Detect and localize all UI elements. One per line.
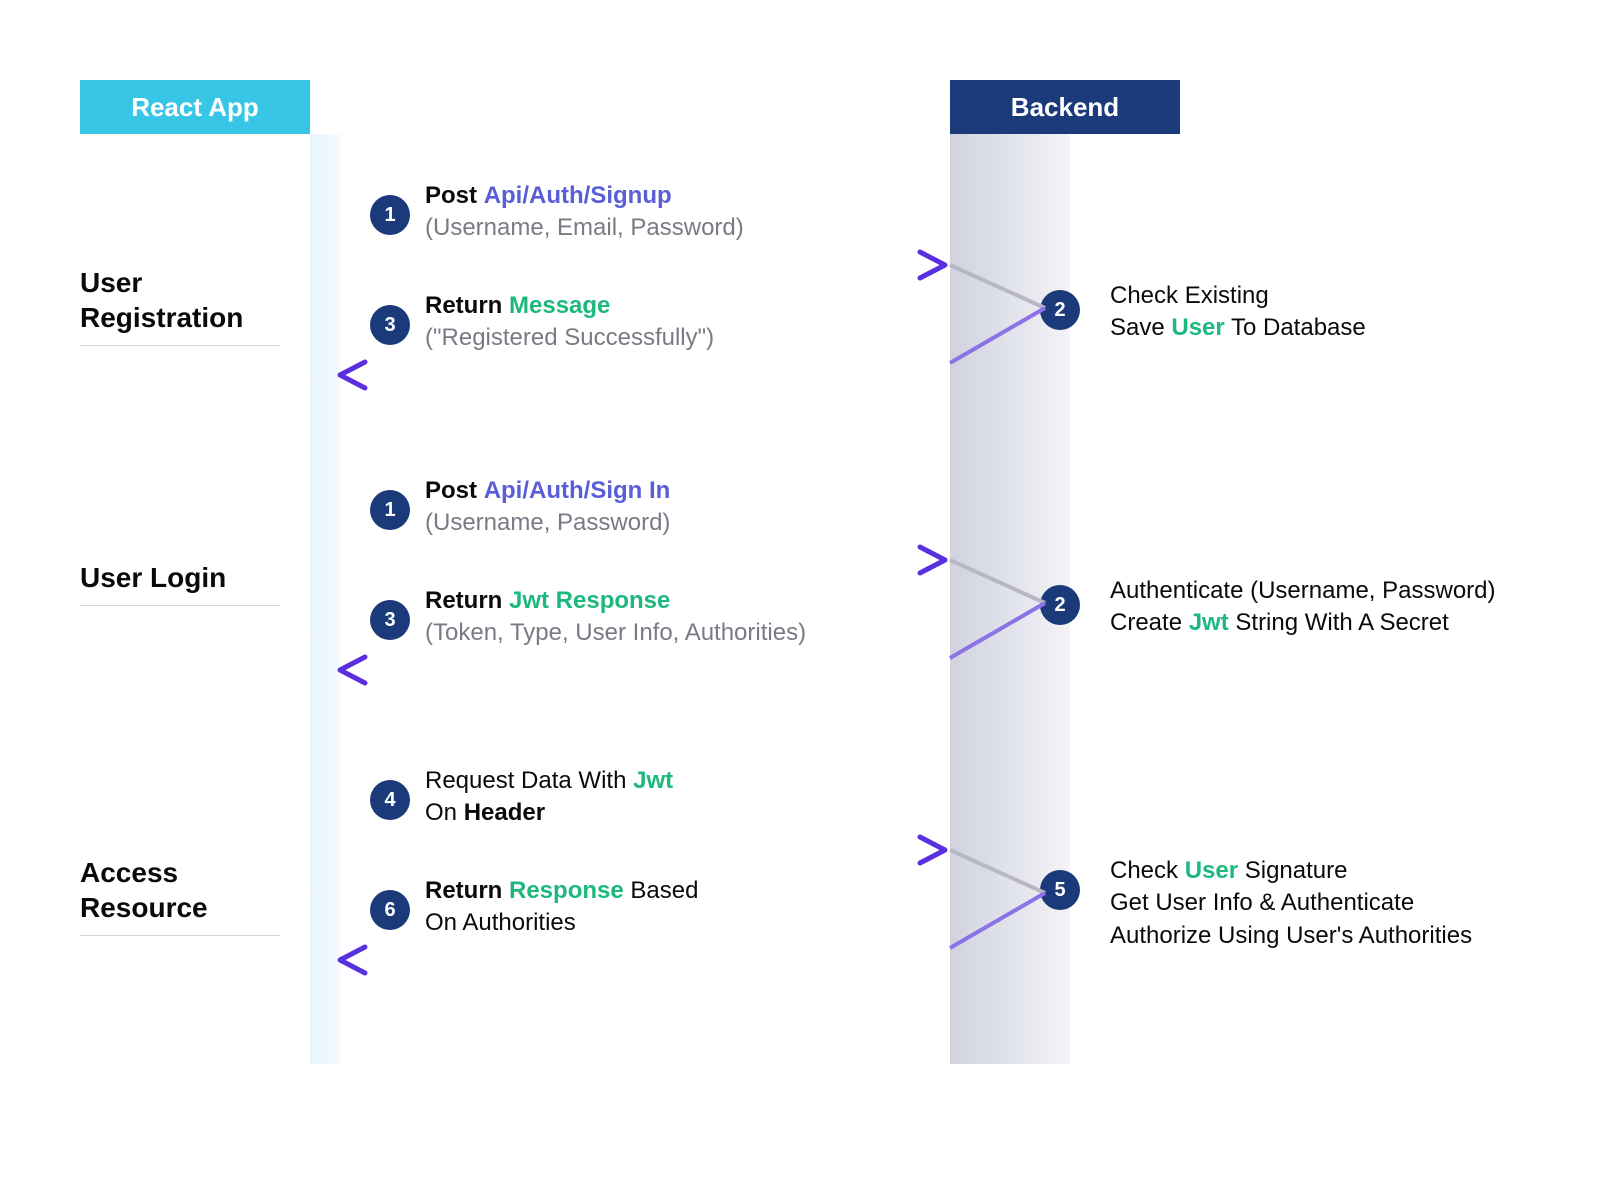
step-text-access-6: Return Response Based On Authorities: [425, 875, 698, 940]
section-label-login: User Login: [80, 560, 280, 606]
step-badge-access-6: 6: [370, 890, 410, 930]
connector-login-diagonal: [950, 558, 1070, 678]
step-text-login-1: Post Api/Auth/Sign In (Username, Passwor…: [425, 475, 670, 540]
step-badge-access-4: 4: [370, 780, 410, 820]
step-text-access-4: Request Data With Jwt On Header: [425, 765, 673, 830]
column-header-backend: Backend: [950, 80, 1180, 134]
step-text-login-3: Return Jwt Response (Token, Type, User I…: [425, 585, 806, 650]
step-text-reg-2: Check Existing Save User To Database: [1110, 280, 1366, 345]
step-text-access-5: Check User Signature Get User Info & Aut…: [1110, 855, 1472, 952]
step-badge-reg-3: 3: [370, 305, 410, 345]
connector-access-diagonal: [950, 848, 1070, 968]
connector-reg-diagonal: [950, 263, 1070, 383]
step-badge-login-1: 1: [370, 490, 410, 530]
step-badge-reg-1: 1: [370, 195, 410, 235]
step-text-login-2: Authenticate (Username, Password) Create…: [1110, 575, 1496, 640]
section-label-access: Access Resource: [80, 855, 280, 936]
column-header-frontend: React App: [80, 80, 310, 134]
diagram-canvas: React App Backend User Registration 1 Po…: [80, 80, 1520, 1120]
step-badge-login-3: 3: [370, 600, 410, 640]
arrow-right-access-4: [340, 835, 960, 865]
arrow-right-reg-1: [340, 250, 960, 280]
section-label-registration: User Registration: [80, 265, 280, 346]
arrow-left-access-6: [325, 945, 960, 975]
arrow-left-reg-3: [325, 360, 960, 390]
lifeline-frontend: [310, 134, 340, 1064]
arrow-left-login-3: [325, 655, 960, 685]
step-text-reg-3: Return Message ("Registered Successfully…: [425, 290, 714, 355]
arrow-right-login-1: [340, 545, 960, 575]
step-text-reg-1: Post Api/Auth/Signup (Username, Email, P…: [425, 180, 744, 245]
